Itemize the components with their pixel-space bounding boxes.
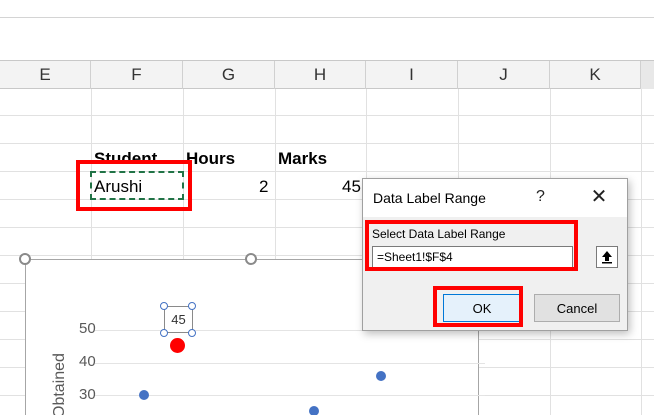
header-hours[interactable]: Hours bbox=[186, 149, 235, 169]
chart-gridline bbox=[95, 363, 485, 364]
column-header-j[interactable]: J bbox=[458, 61, 550, 89]
label-handle[interactable] bbox=[160, 302, 168, 310]
y-tick-label: 40 bbox=[79, 353, 96, 370]
chart-resize-handle[interactable] bbox=[19, 253, 31, 265]
cell-hours[interactable]: 2 bbox=[259, 177, 268, 197]
dialog-titlebar[interactable]: Data Label Range ? ✕ bbox=[363, 179, 627, 217]
column-header-k[interactable]: K bbox=[550, 61, 641, 89]
column-header-i[interactable]: I bbox=[366, 61, 458, 89]
cancel-button[interactable]: Cancel bbox=[534, 294, 620, 322]
column-header-row: E F G H I J K bbox=[0, 60, 654, 89]
annotation-highlight-range bbox=[365, 220, 578, 271]
formula-area bbox=[0, 18, 654, 60]
label-handle[interactable] bbox=[188, 329, 196, 337]
label-handle[interactable] bbox=[188, 302, 196, 310]
grid-line bbox=[0, 115, 654, 116]
y-tick-label: 30 bbox=[79, 386, 96, 403]
upload-arrow-icon bbox=[602, 251, 612, 264]
y-tick-label: 50 bbox=[79, 320, 96, 337]
column-header-h[interactable]: H bbox=[275, 61, 366, 89]
scrollbar-edge[interactable] bbox=[641, 61, 654, 89]
grid-line bbox=[0, 143, 654, 144]
y-axis-title: Obtained bbox=[51, 353, 68, 415]
column-header-g[interactable]: G bbox=[183, 61, 275, 89]
dialog-title: Data Label Range bbox=[373, 190, 486, 206]
column-header-f[interactable]: F bbox=[91, 61, 183, 89]
header-marks[interactable]: Marks bbox=[278, 149, 327, 169]
data-point[interactable] bbox=[309, 406, 319, 415]
chart-gridline bbox=[95, 395, 485, 396]
data-point[interactable] bbox=[376, 371, 386, 381]
ribbon-edge bbox=[0, 0, 654, 18]
collapse-dialog-button[interactable] bbox=[596, 246, 618, 268]
help-icon[interactable]: ? bbox=[536, 188, 545, 206]
annotation-highlight-cell bbox=[76, 160, 192, 211]
data-point[interactable] bbox=[139, 390, 149, 400]
annotation-highlight-ok bbox=[433, 286, 523, 327]
data-point-highlighted[interactable] bbox=[170, 338, 185, 353]
label-handle[interactable] bbox=[160, 329, 168, 337]
cell-marks[interactable]: 45 bbox=[342, 177, 361, 197]
column-header-e[interactable]: E bbox=[0, 61, 91, 89]
chart-resize-handle[interactable] bbox=[245, 253, 257, 265]
close-icon[interactable]: ✕ bbox=[587, 184, 611, 208]
